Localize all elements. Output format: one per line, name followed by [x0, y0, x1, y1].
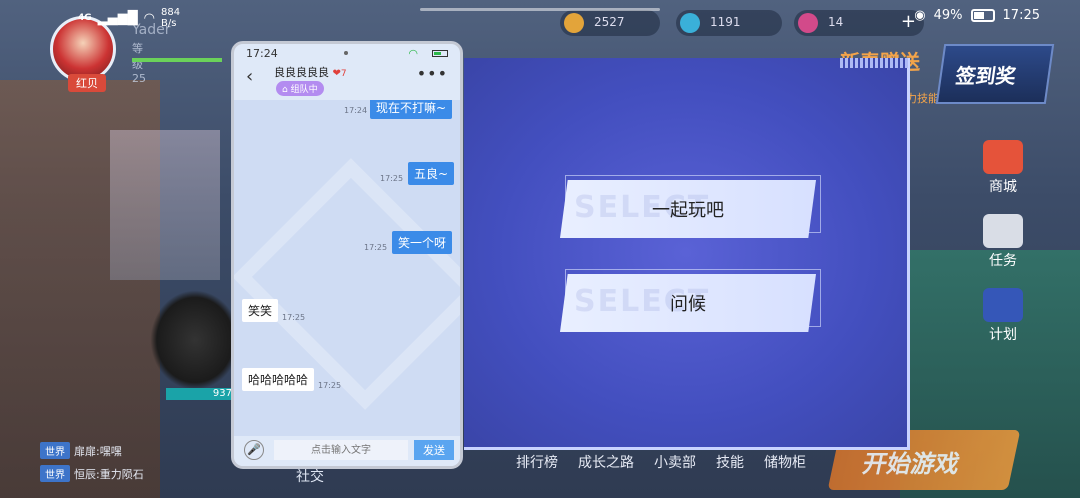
microphone-icon[interactable]: 🎤	[244, 440, 264, 460]
heart-icon: ❤	[332, 68, 341, 79]
plan-badge-icon	[983, 288, 1023, 322]
heart-count: 7	[340, 69, 347, 79]
menu-plan[interactable]: 计划	[978, 288, 1028, 344]
group-status-badge: ⌂ 组队中	[276, 81, 324, 96]
kart-image	[150, 290, 240, 390]
incoming-message: 哈哈哈哈哈	[242, 368, 315, 391]
menu-shop[interactable]: 商城	[978, 140, 1028, 196]
right-menu: 商城 任务 计划	[978, 140, 1028, 362]
phone-battery-icon	[432, 50, 448, 57]
net-speed: 884 B/s	[161, 7, 181, 29]
chat-messages[interactable]: 17:24 现在不打嘛~ 17:25 五良~ 17:25 笑一个呀 笑笑 17:…	[234, 100, 460, 436]
chat-input-bar: 🎤 发送	[234, 436, 460, 466]
send-button[interactable]: 发送	[414, 440, 454, 460]
phone-chat-window: 17:24 ◠ ‹ 良良良良良 ❤7 ⌂ 组队中 ••• 17:24 现在不打嘛…	[231, 41, 463, 469]
chat-log-text: 恒辰:重力陨石	[74, 467, 144, 481]
wifi-icon: ◠	[143, 10, 155, 26]
menu-tasks[interactable]: 任务	[978, 214, 1028, 270]
message-time: 17:25	[380, 174, 404, 183]
shop-cart-icon	[983, 140, 1023, 174]
bottom-menu: 排行榜 成长之路 小卖部 技能 储物柜	[516, 452, 806, 472]
interaction-panel	[464, 58, 910, 450]
message-time: 17:24	[344, 106, 368, 115]
exp-bar	[132, 58, 222, 62]
kart-number: 937	[166, 388, 236, 400]
phone-wifi-icon: ◠	[408, 47, 418, 60]
outgoing-message: 笑一个呀	[392, 231, 453, 254]
social-button[interactable]: 社交	[296, 466, 324, 486]
phone-status-bar: 17:24 ◠	[234, 44, 460, 64]
network-type: 4G	[78, 13, 92, 23]
system-status-bar: 4G ▂▄▆█ ◠ 884 B/s ◉ 49% 17:25	[0, 0, 1080, 32]
player-tag: 红贝	[68, 74, 106, 92]
chat-log-row: 世界 扉扉:嘿嘿	[40, 442, 144, 459]
message-time: 17:25	[318, 381, 342, 390]
message-time: 17:25	[364, 243, 388, 252]
contact-name: 良良良良良 ❤7	[274, 66, 347, 79]
task-list-icon	[983, 214, 1023, 248]
phone-camera-dot	[344, 51, 348, 55]
incoming-message: 笑笑	[242, 299, 279, 322]
lobby-window	[110, 130, 220, 280]
chat-log-text: 扉扉:嘿嘿	[74, 444, 122, 458]
chat-log-row: 世界 恒辰:重力陨石	[40, 465, 144, 482]
battery-percent: 49%	[933, 8, 963, 23]
chat-header: ‹ 良良良良良 ❤7 ⌂ 组队中 •••	[234, 64, 460, 100]
battery-icon	[970, 9, 995, 22]
signin-reward-button[interactable]: 签到奖	[935, 44, 1055, 104]
menu-store[interactable]: 小卖部	[654, 452, 696, 472]
chat-channel-tag: 世界	[40, 465, 70, 482]
option-play-together-button[interactable]: SELECT 一起玩吧	[560, 180, 816, 238]
panel-decoration	[840, 58, 910, 68]
option-greet-button[interactable]: SELECT 问候	[560, 274, 816, 332]
phone-clock: 17:24	[246, 47, 278, 60]
outgoing-message: 五良~	[408, 162, 455, 185]
menu-growth-path[interactable]: 成长之路	[578, 452, 634, 472]
outgoing-message: 现在不打嘛~	[370, 100, 453, 119]
menu-leaderboard[interactable]: 排行榜	[516, 452, 558, 472]
menu-locker[interactable]: 储物柜	[764, 452, 806, 472]
menu-skills[interactable]: 技能	[716, 452, 744, 472]
clock: 17:25	[1002, 8, 1040, 23]
signal-icon: ▂▄▆█	[97, 10, 138, 26]
eye-icon: ◉	[914, 8, 926, 23]
chat-message-input[interactable]	[274, 440, 408, 460]
world-chat-log[interactable]: 世界 扉扉:嘿嘿 世界 恒辰:重力陨石	[40, 442, 144, 488]
chat-channel-tag: 世界	[40, 442, 70, 459]
message-time: 17:25	[282, 313, 306, 322]
back-arrow-icon[interactable]: ‹	[246, 66, 253, 87]
notch-indicator	[420, 8, 660, 11]
more-options-icon[interactable]: •••	[417, 64, 448, 83]
player-level: 等级 25	[132, 42, 146, 85]
